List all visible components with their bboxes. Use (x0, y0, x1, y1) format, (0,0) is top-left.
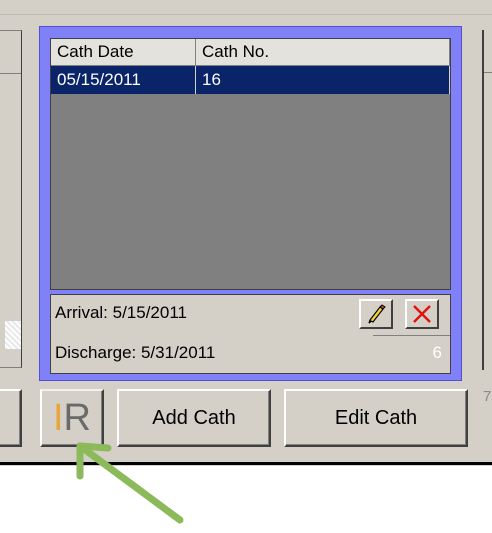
green-arrow-icon (76, 442, 184, 524)
